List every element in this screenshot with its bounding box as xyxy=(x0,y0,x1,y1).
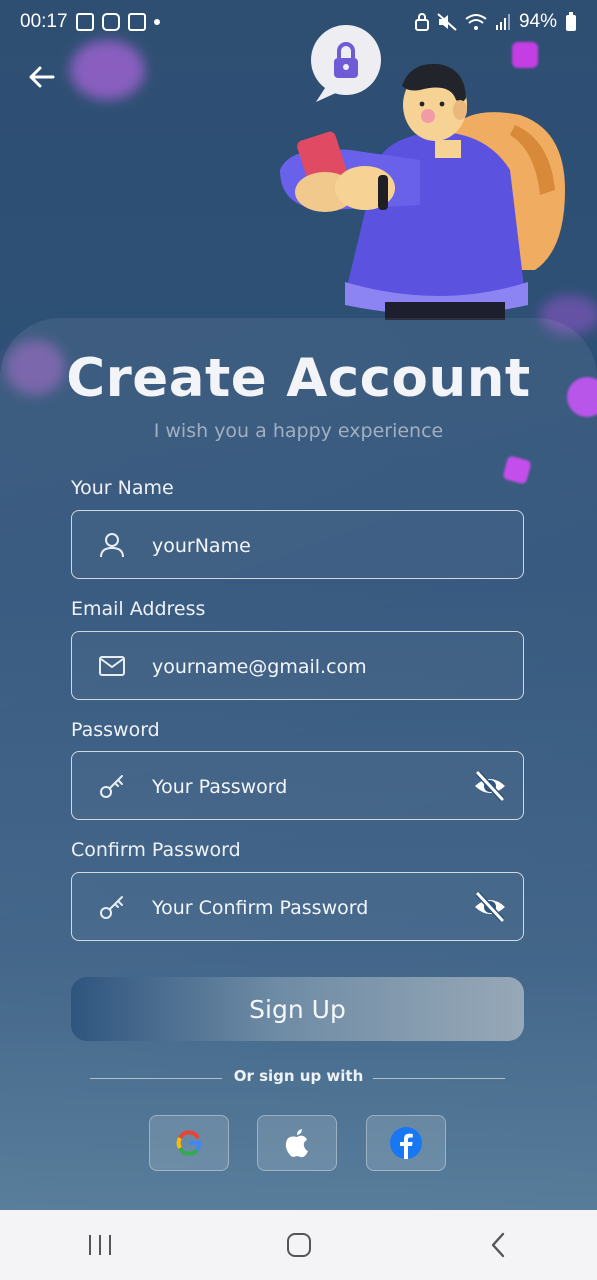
sign-up-button[interactable]: Sign Up xyxy=(71,977,524,1041)
page-subtitle: I wish you a happy experience xyxy=(153,420,444,442)
eye-off-icon[interactable] xyxy=(473,891,507,923)
apple-icon xyxy=(285,1129,308,1158)
system-nav-bar xyxy=(0,1210,597,1280)
google-sign-in-button[interactable] xyxy=(149,1115,229,1171)
back-button[interactable] xyxy=(24,60,58,94)
email-input[interactable] xyxy=(150,632,464,701)
password-field[interactable] xyxy=(71,751,524,821)
mail-icon xyxy=(99,656,125,676)
password-input[interactable] xyxy=(150,752,464,821)
more-notifications-icon xyxy=(153,19,160,25)
password-label: Password xyxy=(71,719,160,741)
google-icon xyxy=(176,1130,202,1156)
youtube-notification-icon xyxy=(101,13,120,31)
person-with-phone-illustration xyxy=(280,25,565,320)
user-icon xyxy=(100,533,124,558)
gallery-notification-icon xyxy=(75,13,94,31)
name-label: Your Name xyxy=(71,477,174,499)
chevron-left-icon xyxy=(491,1232,504,1258)
arrow-left-icon xyxy=(29,66,55,88)
recent-apps-button[interactable] xyxy=(70,1220,130,1270)
confirm-password-label: Confirm Password xyxy=(71,839,241,861)
lock-bubble-icon xyxy=(311,25,381,102)
recent-apps-icon xyxy=(88,1235,111,1255)
decorative-blob xyxy=(70,40,145,100)
confirm-password-input[interactable] xyxy=(150,873,464,942)
home-icon xyxy=(286,1233,311,1257)
system-back-button[interactable] xyxy=(468,1220,528,1270)
apple-sign-in-button[interactable] xyxy=(257,1115,337,1171)
divider-text: Or sign up with xyxy=(233,1067,364,1085)
page-title: Create Account xyxy=(66,348,531,409)
confirm-password-field[interactable] xyxy=(71,872,524,942)
email-label: Email Address xyxy=(71,598,206,620)
facebook-sign-in-button[interactable] xyxy=(366,1115,446,1171)
key-icon xyxy=(100,896,123,919)
name-field[interactable] xyxy=(71,510,524,580)
key-icon xyxy=(100,775,123,798)
email-field[interactable] xyxy=(71,631,524,701)
eye-off-icon[interactable] xyxy=(473,770,507,802)
facebook-icon xyxy=(390,1127,422,1159)
home-button[interactable] xyxy=(269,1220,329,1270)
name-input[interactable] xyxy=(150,511,464,580)
linkedin-notification-icon xyxy=(127,13,146,31)
status-left: 00:17 xyxy=(20,11,160,33)
status-time: 00:17 xyxy=(20,11,68,32)
